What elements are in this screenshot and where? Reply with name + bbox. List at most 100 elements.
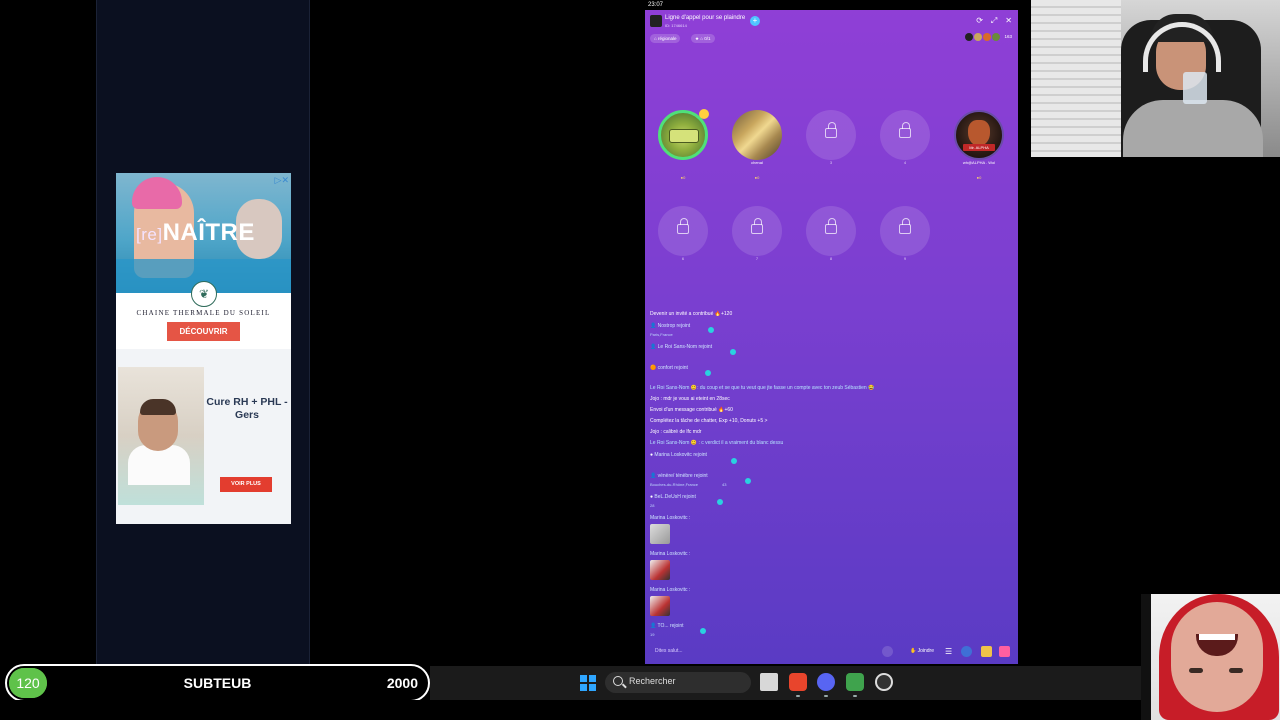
- tag-stars[interactable]: ★ ⌂ 0/1: [691, 34, 715, 43]
- emoji-icon[interactable]: [882, 646, 893, 657]
- room-avatar[interactable]: [650, 15, 662, 27]
- lock-icon: [677, 218, 689, 234]
- chat-message: Le Roi Sans-Nom 😊 : c verdict il a vraim…: [650, 440, 783, 446]
- refresh-icon[interactable]: ⟳: [976, 16, 983, 26]
- join-button[interactable]: ✋ Joindre: [910, 648, 934, 654]
- chat-join-message: 👤 Nostrop rejoint: [650, 323, 691, 329]
- car-avatar: [669, 129, 699, 143]
- app-icon[interactable]: [846, 673, 864, 691]
- seat-5-avatar-label: Mr. ALPHA: [963, 144, 995, 151]
- viewer-avatars[interactable]: [965, 33, 1000, 41]
- sub-goal-label: SUBTEUB: [183, 675, 252, 691]
- viewer-avatar: [974, 33, 982, 41]
- obs-icon[interactable]: [875, 673, 893, 691]
- box-icon[interactable]: [981, 646, 992, 657]
- ad-discover-button[interactable]: DÉCOUVRIR: [167, 322, 240, 341]
- seat-4-locked[interactable]: [880, 110, 930, 160]
- ad-robe: [128, 445, 190, 485]
- ad-secondary[interactable]: Cure RH + PHL - Gers VOIR PLUS: [116, 349, 291, 524]
- chat-message: Le Roi Sans-Nom 😊: du coup et se que tu …: [650, 385, 874, 391]
- webcam-streamer: [1031, 0, 1280, 157]
- taskbar-search[interactable]: Rechercher: [605, 672, 751, 693]
- seat-8-locked[interactable]: [806, 206, 856, 256]
- desktop: [re]NAÎTRE ▷✕ ❦ CHAINE THERMALE DU SOLEI…: [0, 0, 1280, 720]
- chat-location: Paris,France: [650, 332, 673, 337]
- seat-1[interactable]: [658, 109, 709, 160]
- seat-6-locked[interactable]: [658, 206, 708, 256]
- wave-icon[interactable]: [705, 370, 711, 376]
- crown-icon: [699, 109, 709, 119]
- join-label: Joindre: [917, 648, 934, 654]
- seat-3-locked[interactable]: [806, 110, 856, 160]
- streamer-body: [1123, 100, 1263, 157]
- discord-icon[interactable]: [817, 673, 835, 691]
- globe-icon[interactable]: [961, 646, 972, 657]
- lock-icon: [825, 122, 837, 138]
- viewer-avatar: [992, 33, 1000, 41]
- chat-join-message: 👤 vénère/ ténèbre rejoint: [650, 473, 708, 479]
- drinking-cup: [1183, 72, 1207, 104]
- seat-6-number: 6: [681, 256, 685, 261]
- phone-mirror-window: Ligne d'appel pour se plaindre ID: 17466…: [645, 10, 1018, 664]
- wolf-avatar: [968, 120, 990, 146]
- taskbar-search-placeholder: Rechercher: [629, 676, 676, 686]
- chat-image[interactable]: [650, 524, 670, 544]
- window-controls: ⟳ ⤢ ✕: [976, 16, 1012, 26]
- windows-start-icon[interactable]: [580, 675, 596, 691]
- ad-brand-logo-icon: ❦: [191, 281, 217, 307]
- chat-sender: Marina Loskovitc :: [650, 587, 690, 593]
- lock-icon: [751, 218, 763, 234]
- expand-icon[interactable]: ⤢: [991, 16, 997, 26]
- chat-text: Marina Loskovitc :: [650, 551, 691, 557]
- chat-text: confort rejoint: [657, 365, 688, 371]
- seat-5[interactable]: Mr. ALPHA: [954, 110, 1004, 160]
- seat-9-locked[interactable]: [880, 206, 930, 256]
- menu-icon[interactable]: ☰: [945, 646, 956, 657]
- bottom-edge: [0, 700, 1141, 720]
- chat-level: 28: [650, 503, 655, 508]
- chat-message: Jojo : mdr je vous ai eteint en 28sec: [650, 396, 730, 402]
- chat-join-message: 🟠 confort rejoint: [650, 365, 688, 371]
- chat-message: Envoi d'un message contribué 🔥+60: [650, 407, 733, 413]
- task-prompt[interactable]: Complétez la tâche de chatter, Exp +10, …: [650, 418, 767, 424]
- brave-browser-icon[interactable]: [789, 673, 807, 691]
- ad-see-more-button[interactable]: VOIR PLUS: [220, 477, 272, 492]
- wave-icon[interactable]: [700, 628, 706, 634]
- ad-banner[interactable]: [re]NAÎTRE ▷✕ ❦ CHAINE THERMALE DU SOLEI…: [116, 173, 291, 524]
- follow-button[interactable]: +: [750, 16, 760, 26]
- chat-text: Marina Loskovitc :: [650, 587, 691, 593]
- close-icon[interactable]: ✕: [1005, 16, 1012, 26]
- wave-icon[interactable]: [730, 349, 736, 355]
- chat-join-message: 👤 Le Roi Sans-Nom rejoint: [650, 344, 713, 350]
- lock-icon: [899, 218, 911, 234]
- chat-sender: Marina Loskovitc :: [650, 551, 690, 557]
- sub-goal-bar: 120 SUBTEUB 2000: [5, 664, 430, 702]
- seat-2[interactable]: [732, 110, 782, 160]
- tag-region[interactable]: ⌂ régionale: [650, 34, 681, 43]
- wave-icon[interactable]: [745, 478, 751, 484]
- chat-level: 43: [722, 482, 727, 487]
- ad-secondary-title: Cure RH + PHL - Gers: [206, 396, 288, 421]
- wave-icon[interactable]: [731, 458, 737, 464]
- ad-hero-image[interactable]: [re]NAÎTRE ▷✕: [116, 173, 291, 293]
- chat-input[interactable]: Dites salut...: [655, 648, 683, 654]
- wave-icon[interactable]: [717, 499, 723, 505]
- room-id: ID: 1746614: [665, 23, 687, 28]
- windows-taskbar: Rechercher: [430, 666, 1141, 700]
- close-icon[interactable]: ▷✕: [275, 175, 289, 186]
- ad-secondary-image: [118, 367, 204, 505]
- chat-text: BeL.DeUsH rejoint: [654, 494, 696, 500]
- lock-icon: [825, 218, 837, 234]
- seat-5-badge: ●0: [976, 175, 982, 180]
- seat-7-locked[interactable]: [732, 206, 782, 256]
- seat-4-number: 4: [903, 160, 907, 165]
- chat-image[interactable]: [650, 596, 670, 616]
- wave-icon[interactable]: [708, 327, 714, 333]
- chat-text: TO... rejoint: [657, 623, 684, 629]
- chat-sender: Marina Loskovitc :: [650, 515, 690, 521]
- chat-image[interactable]: [650, 560, 670, 580]
- chat-join-message: ● BeL.DeUsH rejoint: [650, 494, 696, 500]
- task-view-icon[interactable]: [760, 673, 778, 691]
- gift-icon[interactable]: [999, 646, 1010, 657]
- viewer-count[interactable]: 163: [1004, 34, 1012, 39]
